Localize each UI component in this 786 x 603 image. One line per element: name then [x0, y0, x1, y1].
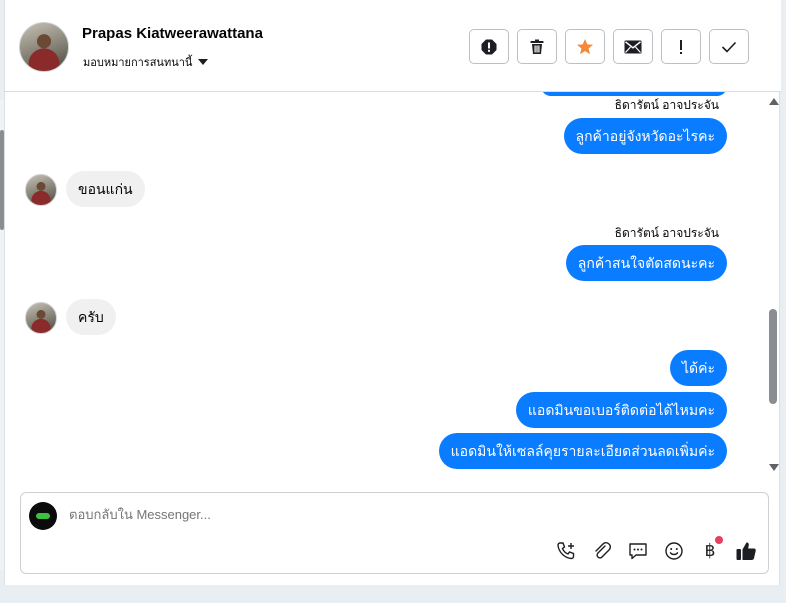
thread-scrollbar[interactable]: [767, 92, 781, 482]
message-bubble-outgoing[interactable]: ได้ค่ะ: [669, 350, 727, 386]
attach-button[interactable]: [590, 539, 614, 563]
smile-icon: [665, 542, 683, 560]
thread-scrollbar-thumb[interactable]: [769, 309, 777, 404]
check-icon: [721, 41, 737, 53]
page-logo: [36, 513, 50, 519]
call-button[interactable]: [554, 539, 578, 563]
trash-icon: [530, 39, 544, 54]
exclamation-icon: [680, 39, 682, 54]
spam-icon: [481, 39, 497, 54]
chat-bubble-icon: [629, 543, 647, 560]
phone-plus-icon: [557, 542, 575, 560]
payment-button[interactable]: ฿: [698, 536, 723, 563]
delete-button[interactable]: [517, 29, 557, 64]
contact-name[interactable]: Prapas Kiatweerawattana: [82, 25, 263, 42]
reply-composer: ฿: [20, 492, 769, 574]
baht-icon: ฿: [704, 541, 716, 561]
contact-avatar[interactable]: [19, 22, 69, 72]
conversation-panel: Prapas Kiatweerawattana มอบหมายการสนทนาน…: [4, 0, 781, 585]
mark-done-button[interactable]: [709, 29, 749, 64]
sender-name: ธิดารัตน์ อาจประจัน: [614, 226, 719, 240]
message-thread[interactable]: ธิดารัตน์ อาจประจัน ลูกค้าอยู่จังหวัดอะไ…: [5, 92, 767, 482]
thumbs-up-icon: [736, 542, 756, 560]
saved-replies-button[interactable]: [626, 539, 650, 563]
caret-down-icon: [198, 59, 209, 65]
message-bubble-outgoing[interactable]: ลูกค้าอยู่จังหวัดอะไรคะ: [563, 118, 727, 154]
reply-input[interactable]: [69, 507, 669, 522]
composer-toolbar: ฿: [554, 536, 758, 563]
message-bubble-outgoing[interactable]: แอดมินขอเบอร์ติดต่อได้ไหมคะ: [515, 392, 727, 428]
mark-spam-button[interactable]: [469, 29, 509, 64]
page-avatar: [29, 502, 57, 530]
sender-name: ธิดารัตน์ อาจประจัน: [614, 98, 719, 112]
paperclip-icon: [595, 541, 612, 559]
assign-label: มอบหมายการสนทนานี้: [83, 56, 193, 69]
conversation-header: Prapas Kiatweerawattana มอบหมายการสนทนาน…: [5, 0, 781, 92]
scroll-up-arrow-icon[interactable]: [769, 98, 779, 105]
emoji-button[interactable]: [662, 539, 686, 563]
star-icon: [577, 38, 593, 54]
message-bubble-incoming[interactable]: ขอนแก่น: [66, 171, 145, 207]
follow-up-button[interactable]: [661, 29, 701, 64]
header-actions: [469, 29, 749, 64]
message-bubble-outgoing[interactable]: ลูกค้าสนใจตัดสดนะคะ: [565, 245, 727, 281]
notification-dot: [715, 536, 723, 544]
contact-avatar-small[interactable]: [25, 302, 57, 334]
mark-unread-button[interactable]: [613, 29, 653, 64]
envelope-icon: [624, 40, 642, 53]
message-bubble-incoming[interactable]: ครับ: [66, 299, 116, 335]
star-button[interactable]: [565, 29, 605, 64]
assign-conversation-dropdown[interactable]: มอบหมายการสนทนานี้: [83, 53, 209, 71]
message-bubble-outgoing[interactable]: แอดมินให้เซลล์คุยรายละเอียดส่วนลดเพิ่มค่…: [438, 433, 727, 469]
contact-avatar-small[interactable]: [25, 174, 57, 206]
like-button[interactable]: [734, 539, 758, 563]
scroll-down-arrow-icon[interactable]: [769, 464, 779, 471]
